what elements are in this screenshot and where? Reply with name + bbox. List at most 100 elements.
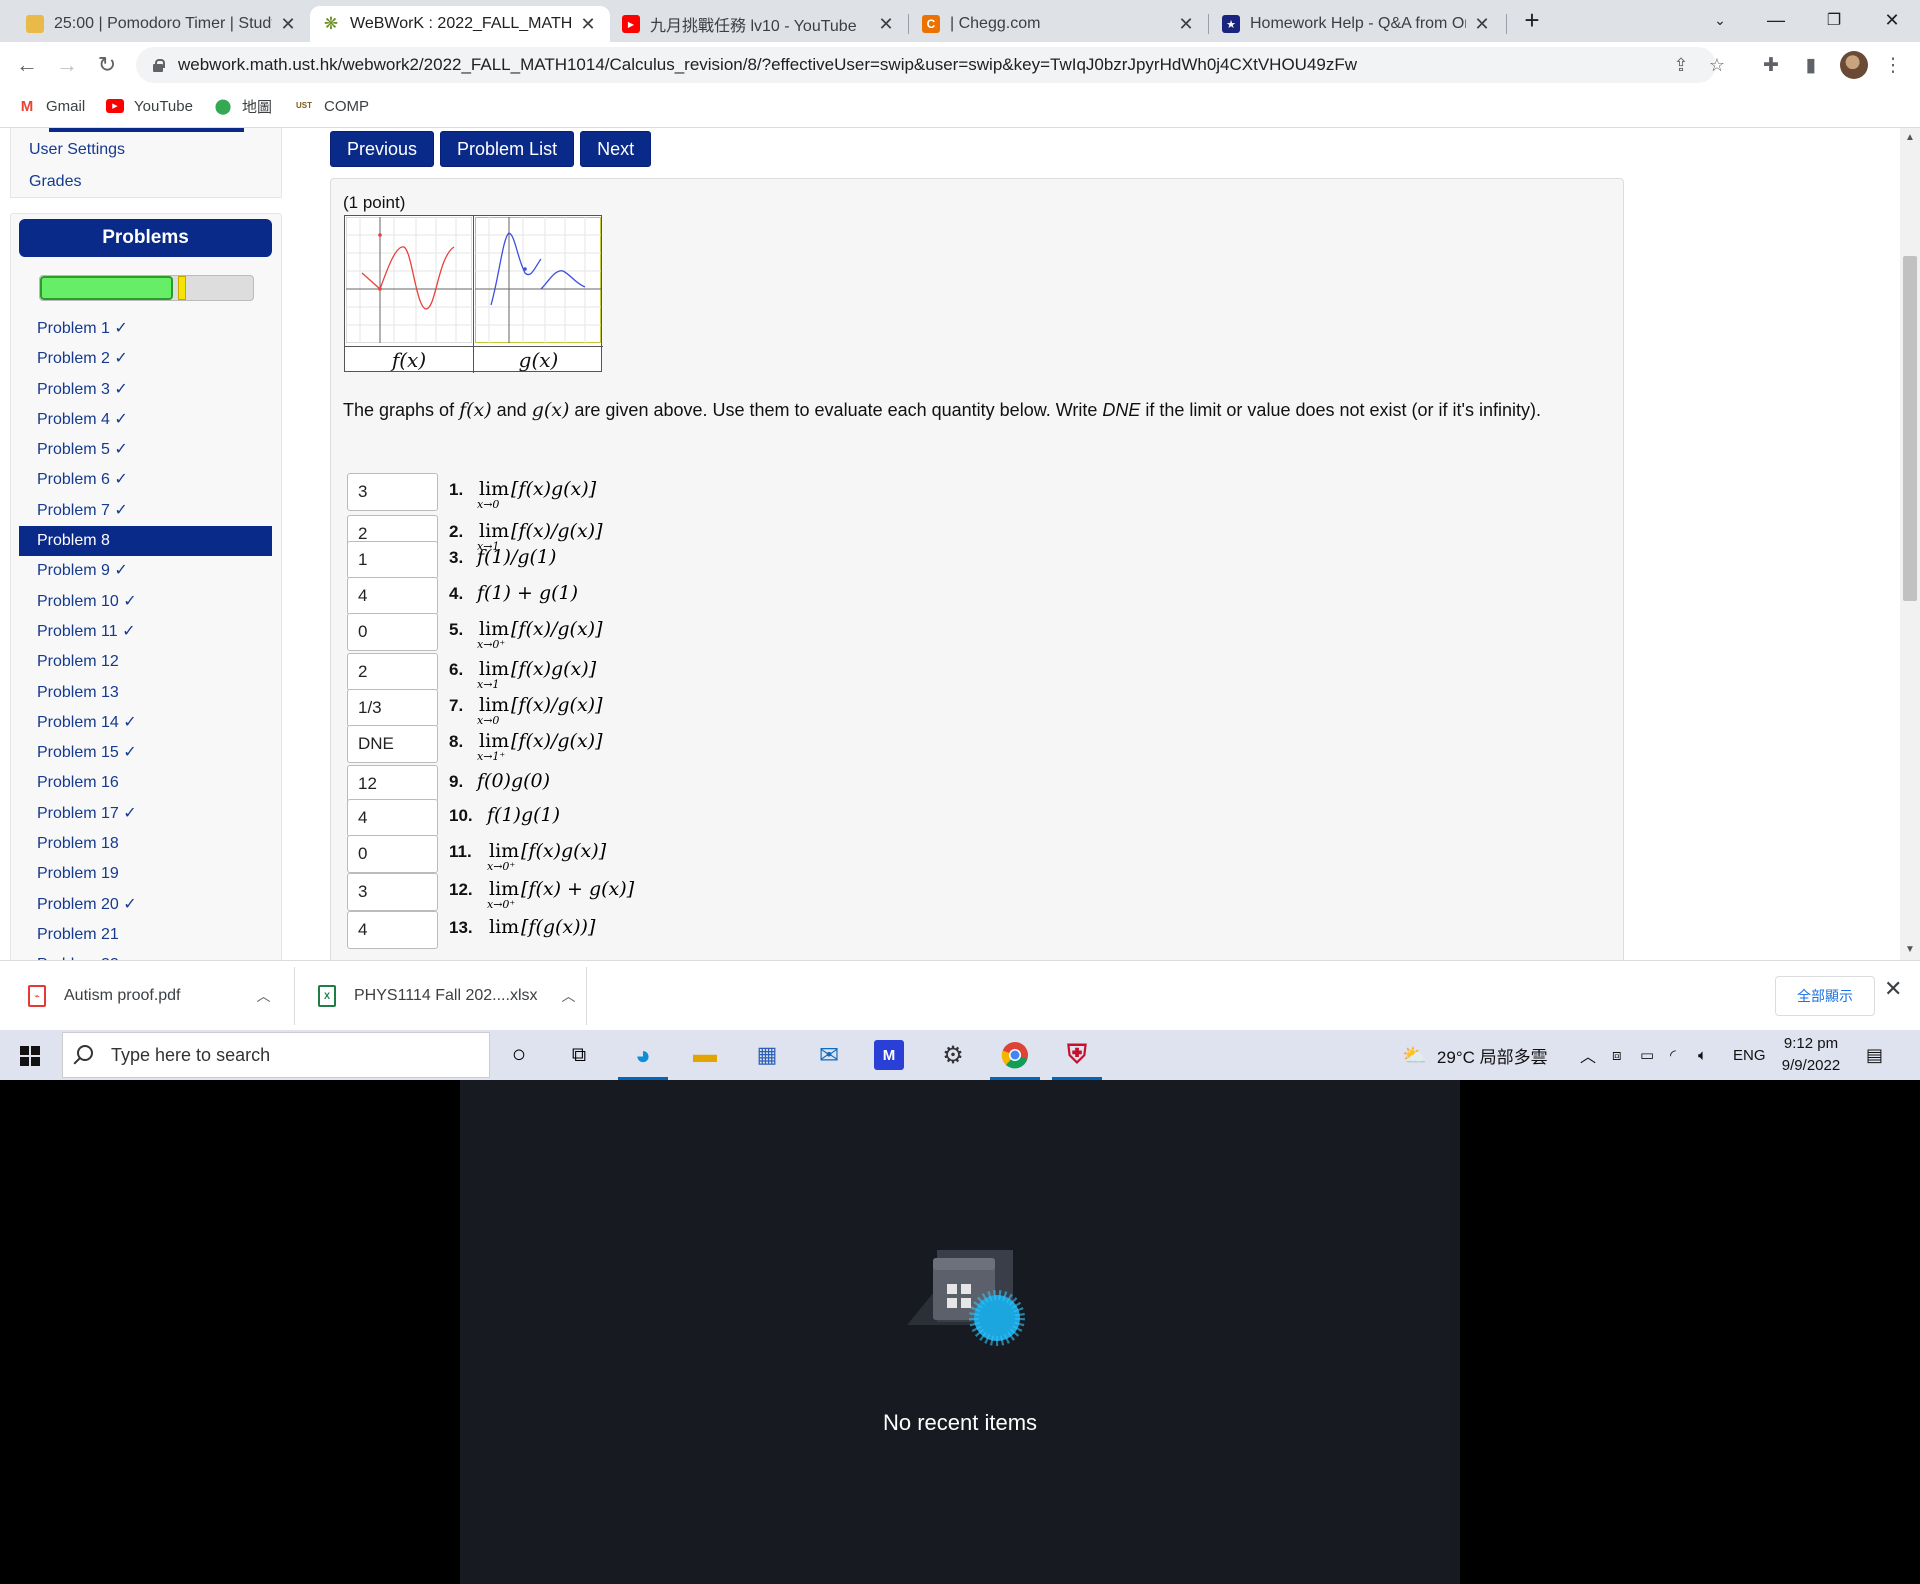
bookmark-comp[interactable]: UST COMP [294,88,369,124]
problem-link-21[interactable]: Problem 21 [19,920,272,950]
scrollbar-thumb[interactable] [1903,256,1917,601]
close-tab-icon[interactable]: ✕ [876,14,896,35]
problem-list-button[interactable]: Problem List [440,131,575,167]
download-item-xlsx[interactable]: X PHYS1114 Fall 202....xlsx ︿ [318,961,576,1031]
minimize-button[interactable]: — [1748,0,1804,40]
tab-webwork[interactable]: ❋ WeBWorK : 2022_FALL_MATH1014 ✕ [310,6,610,42]
problem-link-18[interactable]: Problem 18 [19,829,272,859]
grades-link[interactable]: Grades [29,173,81,191]
problem-link-13[interactable]: Problem 13 [19,678,272,708]
download-item-pdf[interactable]: ⌁ Autism proof.pdf ︿ [28,961,271,1031]
close-tab-icon[interactable]: ✕ [578,14,598,35]
microsoft-store-icon[interactable]: ▦ [750,1038,784,1072]
answer-input[interactable]: 4 [347,911,438,949]
tab-search-chevron-icon[interactable]: ⌄ [1692,0,1748,40]
meet-now-icon[interactable]: ⧈ [1612,1030,1622,1080]
problem-link-6[interactable]: Problem 6 ✓ [19,465,272,495]
answer-input[interactable]: 0 [347,835,438,873]
battery-icon[interactable]: ▭ [1640,1030,1654,1080]
taskbar-search-box[interactable]: Type here to search [62,1032,490,1078]
problem-link-3[interactable]: Problem 3 ✓ [19,375,272,405]
problem-link-4[interactable]: Problem 4 ✓ [19,405,272,435]
file-explorer-icon[interactable]: ▬ [688,1038,722,1072]
problem-link-17[interactable]: Problem 17 ✓ [19,799,272,829]
edge-browser-icon[interactable]: ◕ [618,1038,668,1080]
close-window-button[interactable]: ✕ [1864,0,1920,40]
problem-link-8[interactable]: Problem 8 [19,526,272,557]
previous-button[interactable]: Previous [330,131,435,167]
problem-link-11[interactable]: Problem 11 ✓ [19,617,272,647]
mcafee-shield-icon[interactable]: ⛨ [1052,1038,1102,1080]
graph-f-cell[interactable]: f(x) [345,216,474,373]
visual-studio-app-icon[interactable]: M [874,1040,904,1070]
problem-link-20[interactable]: Problem 20 ✓ [19,890,272,920]
next-button[interactable]: Next [580,131,652,167]
close-download-shelf-icon[interactable]: ✕ [1884,976,1902,1002]
chevron-up-icon[interactable]: ︿ [562,986,576,1006]
input-language[interactable]: ENG [1733,1030,1766,1080]
answer-input[interactable]: 12 [347,765,438,803]
tab-chegg[interactable]: C | Chegg.com ✕ [910,6,1208,42]
scroll-up-arrow-icon[interactable]: ▲ [1900,132,1920,143]
page-scrollbar[interactable]: ▲ ▼ [1900,128,1920,960]
close-tab-icon[interactable]: ✕ [278,14,298,35]
close-tab-icon[interactable]: ✕ [1472,14,1492,35]
forward-arrow-icon[interactable]: → [52,50,82,80]
problem-link-19[interactable]: Problem 19 [19,859,272,889]
extensions-puzzle-icon[interactable]: ✚ [1756,50,1786,80]
taskbar-clock[interactable]: 9:12 pm 9/9/2022 [1768,1033,1854,1077]
mail-envelope-icon[interactable]: ✉ [812,1038,846,1072]
profile-avatar[interactable] [1840,51,1868,79]
problem-link-14[interactable]: Problem 14 ✓ [19,708,272,738]
problem-link-12[interactable]: Problem 12 [19,647,272,677]
chrome-browser-icon[interactable] [990,1038,1040,1080]
graph-g-cell[interactable]: g(x) [474,216,603,373]
problem-link-22[interactable]: Problem 22 [19,950,272,960]
answer-input[interactable]: DNE [347,725,438,763]
restore-button[interactable]: ❐ [1806,0,1862,40]
problem-link-5[interactable]: Problem 5 ✓ [19,435,272,465]
tab-youtube[interactable]: ▶ 九月挑戰任務 lv10 - YouTube ✕ [610,6,908,42]
close-tab-icon[interactable]: ✕ [1176,14,1196,35]
cortana-circle-icon[interactable]: ○ [502,1038,536,1072]
answer-input[interactable]: 3 [347,473,438,511]
bookmark-gmail[interactable]: M Gmail [18,88,85,124]
tray-chevron-up-icon[interactable]: ︿ [1580,1030,1596,1080]
speaker-volume-icon[interactable]: 🔈︎ [1698,1030,1707,1080]
show-all-downloads-button[interactable]: 全部顯示 [1775,976,1875,1016]
problem-link-10[interactable]: Problem 10 ✓ [19,587,272,617]
problem-link-1[interactable]: Problem 1 ✓ [19,314,272,344]
problem-link-2[interactable]: Problem 2 ✓ [19,344,272,374]
notifications-icon[interactable]: ▤ [1866,1030,1883,1080]
answer-input[interactable]: 4 [347,799,438,837]
windows-start-icon[interactable] [20,1046,40,1066]
tab-homework-help[interactable]: ★ Homework Help - Q&A from Online ✕ [1210,6,1504,42]
problem-link-7[interactable]: Problem 7 ✓ [19,496,272,526]
settings-gear-icon[interactable]: ⚙ [936,1038,970,1072]
bookmark-maps[interactable]: ⬤ 地圖 [214,88,272,124]
address-bar[interactable]: webwork.math.ust.hk/webwork2/2022_FALL_M… [136,47,1725,83]
chevron-up-icon[interactable]: ︿ [257,986,271,1006]
bookmark-youtube[interactable]: ▶ YouTube [106,88,193,124]
answer-input[interactable]: 0 [347,613,438,651]
answer-input[interactable]: 1/3 [347,689,438,727]
problem-link-16[interactable]: Problem 16 [19,768,272,798]
problem-link-15[interactable]: Problem 15 ✓ [19,738,272,768]
answer-input[interactable]: 2 [347,653,438,691]
menu-kebab-icon[interactable]: ⋮ [1878,50,1908,80]
wifi-icon[interactable]: ◜ [1670,1030,1676,1080]
user-settings-link[interactable]: User Settings [29,141,125,159]
share-icon[interactable]: ⇪ [1666,47,1696,83]
weather-widget[interactable]: ⛅ 29°C 局部多雲 [1402,1030,1548,1080]
problem-link-9[interactable]: Problem 9 ✓ [19,556,272,586]
side-panel-icon[interactable]: ▮ [1796,50,1826,80]
task-view-icon[interactable]: ⧉ [562,1038,596,1072]
back-arrow-icon[interactable]: ← [12,50,42,80]
new-tab-button[interactable]: + [1504,0,1560,40]
scroll-down-arrow-icon[interactable]: ▼ [1900,944,1920,955]
answer-input[interactable]: 4 [347,577,438,615]
tab-pomodoro[interactable]: 25:00 | Pomodoro Timer | Study With ✕ [14,6,310,42]
answer-input[interactable]: 3 [347,873,438,911]
bookmark-star-icon[interactable]: ☆ [1702,47,1732,83]
answer-input[interactable]: 1 [347,541,438,579]
